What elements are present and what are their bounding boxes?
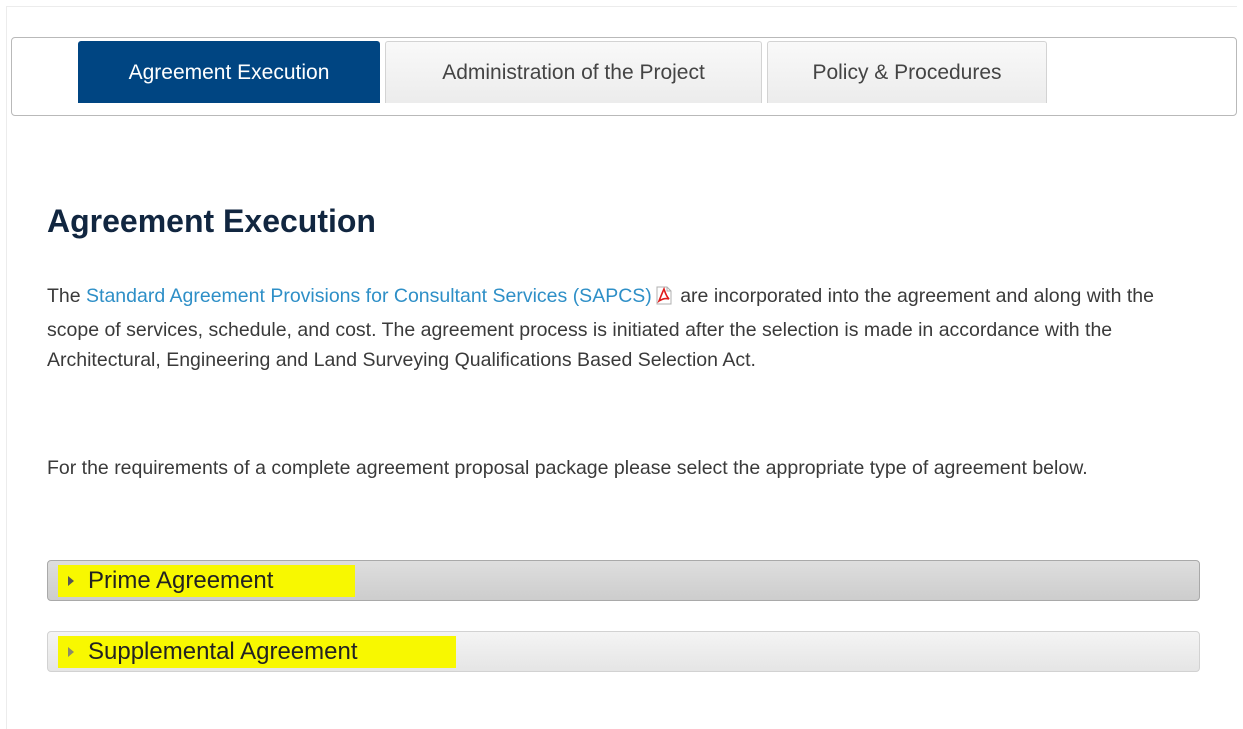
accordion-prime-agreement[interactable]: Prime Agreement	[47, 560, 1200, 601]
tab-bar: Agreement Execution Administration of th…	[11, 37, 1237, 116]
tab-label: Agreement Execution	[128, 60, 330, 84]
accordion-supplemental-agreement[interactable]: Supplemental Agreement	[47, 631, 1200, 672]
accordion-highlight: Supplemental Agreement	[58, 636, 456, 668]
page-frame-left-border	[6, 6, 7, 729]
caret-right-icon	[68, 576, 74, 586]
caret-right-icon	[68, 647, 74, 657]
pdf-icon[interactable]	[655, 284, 673, 315]
intro-prefix: The	[47, 285, 87, 307]
tab-agreement-execution[interactable]: Agreement Execution	[78, 41, 380, 103]
page-frame-top-border	[6, 6, 1237, 7]
sapcs-link[interactable]: Standard Agreement Provisions for Consul…	[86, 285, 652, 307]
tab-policy-procedures[interactable]: Policy & Procedures	[767, 41, 1047, 103]
tab-label: Policy & Procedures	[812, 60, 1002, 84]
accordion-label: Prime Agreement	[88, 567, 274, 594]
accordion-highlight: Prime Agreement	[58, 565, 355, 597]
intro-paragraph: The Standard Agreement Provisions for Co…	[47, 281, 1207, 376]
accordion-label: Supplemental Agreement	[88, 638, 358, 665]
instruction-paragraph: For the requirements of a complete agree…	[47, 457, 1088, 479]
tab-administration-of-the-project[interactable]: Administration of the Project	[385, 41, 762, 103]
tab-label: Administration of the Project	[442, 60, 705, 84]
section-title: Agreement Execution	[47, 203, 376, 239]
